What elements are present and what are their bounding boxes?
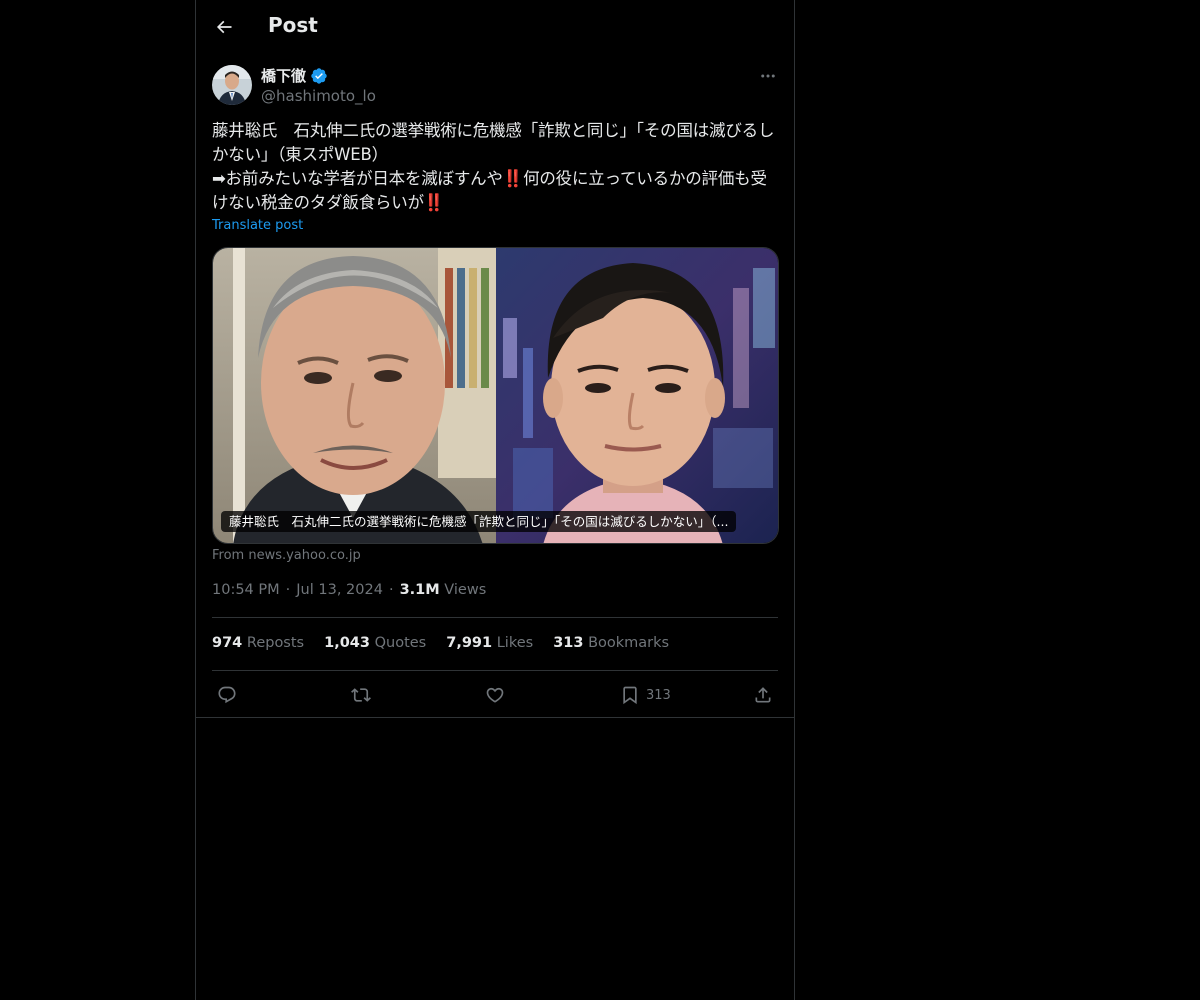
verified-badge-icon [311,67,327,84]
link-card[interactable]: 藤井聡氏 石丸伸二氏の選挙戦術に危機感「詐欺と同じ」「その国は滅びるしかない」（… [212,247,779,544]
author-name[interactable]: 橋下徹 [261,65,328,86]
back-button[interactable] [208,11,240,43]
bookmarks-label: Bookmarks [588,635,670,651]
views-count: 3.1M [399,582,440,598]
arrow-left-icon [216,20,232,34]
bookmark-button[interactable]: 313 [620,680,671,710]
translate-post-link[interactable]: Translate post [212,218,303,233]
page-title: Post [268,13,318,37]
card-source[interactable]: From news.yahoo.co.jp [212,548,361,563]
post-stats: 974 Reposts 1,043 Quotes 7,991 Likes 313… [212,635,669,651]
like-button[interactable] [485,680,505,710]
quotes-stat[interactable]: 1,043 Quotes [324,635,426,651]
card-image [213,248,778,543]
bookmarks-stat[interactable]: 313 Bookmarks [553,635,669,651]
share-button[interactable] [753,680,773,710]
meta-separator: · [285,582,291,598]
reply-icon [218,686,236,704]
likes-label: Likes [496,635,534,651]
reposts-stat[interactable]: 974 Reposts [212,635,304,651]
reply-button[interactable] [217,680,237,710]
meta-separator: · [388,582,394,598]
repost-icon [351,688,371,702]
quotes-label: Quotes [374,635,427,651]
post-time[interactable]: 10:54 PM [212,582,280,598]
avatar[interactable] [212,65,252,105]
post-date[interactable]: Jul 13, 2024 [296,582,383,598]
post-text: 藤井聡氏 石丸伸二氏の選挙戦術に危機感「詐欺と同じ」「その国は滅びるしかない」（… [212,121,775,212]
reposts-label: Reposts [246,635,305,651]
divider [196,717,794,718]
quotes-count: 1,043 [324,635,370,651]
views-label: Views [444,582,487,598]
bookmarks-count: 313 [553,635,584,651]
divider [212,617,778,618]
author-display-name: 橋下徹 [261,67,307,85]
post-meta: 10:54 PM · Jul 13, 2024 · 3.1M Views [212,582,486,598]
more-options-button[interactable] [756,64,780,88]
more-horizontal-icon [761,74,775,78]
share-icon [755,687,771,703]
reposts-count: 974 [212,635,243,651]
likes-stat[interactable]: 7,991 Likes [446,635,533,651]
likes-count: 7,991 [446,635,493,651]
repost-button[interactable] [351,680,371,710]
post-column: Post 橋下徹 @hashimoto_lo 藤井聡氏 石丸伸二氏の選挙戦術に危… [195,0,795,1000]
divider [212,670,778,671]
card-caption: 藤井聡氏 石丸伸二氏の選挙戦術に危機感「詐欺と同じ」「その国は滅びるしかない」（… [221,511,737,532]
bookmark-icon [623,686,637,705]
author-handle[interactable]: @hashimoto_lo [261,87,376,105]
views[interactable]: 3.1M Views [400,582,487,598]
post-actions: 313 [196,680,794,714]
post-header: Post [196,0,794,54]
bookmark-count: 313 [646,687,671,703]
heart-icon [486,687,504,703]
